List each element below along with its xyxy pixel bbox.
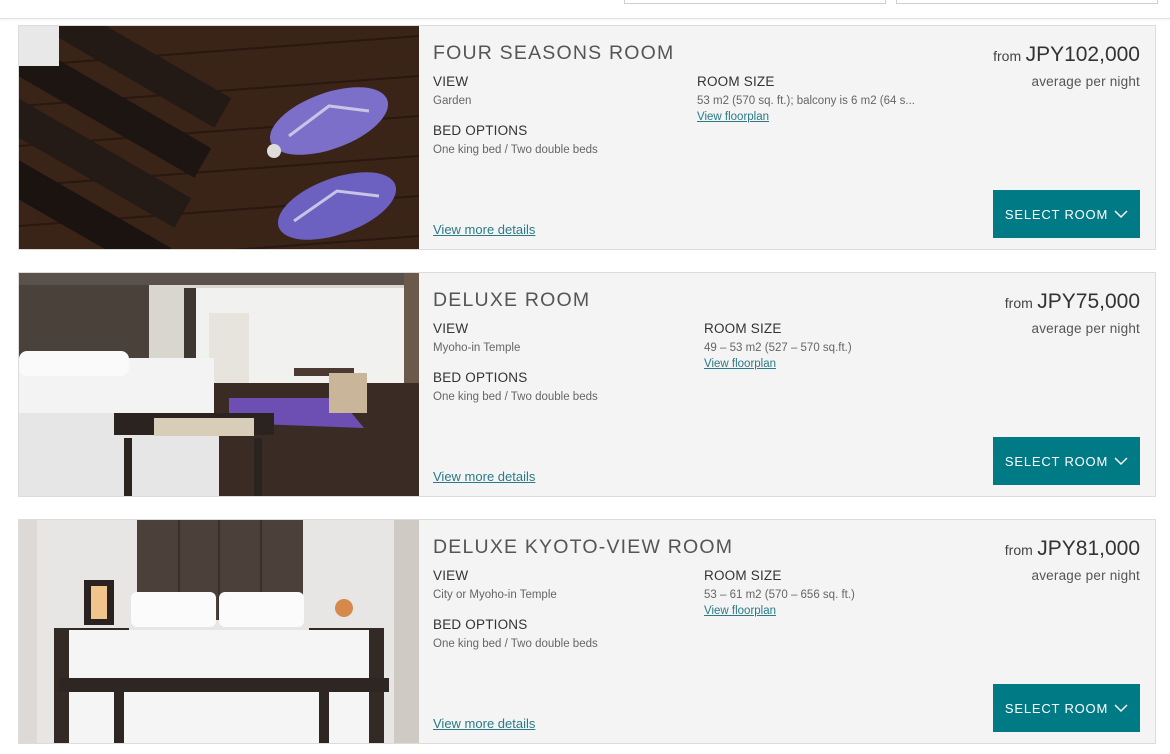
view-value: City or Myoho-in Temple (433, 589, 557, 601)
view-floorplan-link[interactable]: View floorplan (704, 605, 776, 617)
view-more-details-link[interactable]: View more details (433, 716, 535, 731)
room-size-label: ROOM SIZE (704, 321, 782, 336)
bed-options-label: BED OPTIONS (433, 370, 528, 385)
room-info: FOUR SEASONS ROOM VIEW Garden ROOM SIZE … (419, 26, 1155, 249)
view-more-details-link[interactable]: View more details (433, 469, 535, 484)
price-from: from (1004, 295, 1033, 311)
select-room-button[interactable]: SELECT ROOM (993, 684, 1140, 732)
price: from JPY102,000 (993, 43, 1140, 67)
bed-options-label: BED OPTIONS (433, 617, 528, 632)
room-info: DELUXE ROOM VIEW Myoho-in Temple ROOM SI… (419, 273, 1155, 496)
view-floorplan-link[interactable]: View floorplan (697, 111, 769, 123)
price-per-night-note: average per night (1031, 74, 1140, 89)
price-from: from (993, 48, 1022, 64)
price: from JPY75,000 (1005, 290, 1140, 314)
price: from JPY81,000 (1005, 537, 1140, 561)
bed-options-value: One king bed / Two double beds (433, 144, 598, 156)
room-photo (19, 26, 419, 249)
select-room-label: SELECT ROOM (1004, 206, 1109, 222)
room-card-deluxe: DELUXE ROOM VIEW Myoho-in Temple ROOM SI… (18, 272, 1156, 497)
bed-options-value: One king bed / Two double beds (433, 638, 598, 650)
view-value: Myoho-in Temple (433, 342, 521, 354)
room-size-value: 53 m2 (570 sq. ft.); balcony is 6 m2 (64… (697, 95, 915, 107)
room-size-value: 49 – 53 m2 (527 – 570 sq.ft.) (704, 342, 852, 354)
select-room-label: SELECT ROOM (1004, 453, 1109, 469)
view-value: Garden (433, 95, 472, 107)
chevron-down-icon (1114, 457, 1128, 466)
chevron-down-icon (1114, 704, 1128, 713)
price-per-night-note: average per night (1031, 568, 1140, 583)
room-card-deluxe-kyoto-view: DELUXE KYOTO-VIEW ROOM VIEW City or Myoh… (18, 519, 1156, 744)
room-image (19, 26, 419, 249)
room-info: DELUXE KYOTO-VIEW ROOM VIEW City or Myoh… (419, 520, 1155, 743)
room-image (19, 273, 419, 496)
price-amount: JPY102,000 (1025, 43, 1140, 66)
view-floorplan-link[interactable]: View floorplan (704, 358, 776, 370)
filter-field-right[interactable] (896, 0, 1158, 4)
view-label: VIEW (433, 321, 469, 336)
price-from: from (1004, 542, 1033, 558)
select-room-button[interactable]: SELECT ROOM (993, 190, 1140, 238)
room-size-label: ROOM SIZE (697, 74, 775, 89)
bed-options-value: One king bed / Two double beds (433, 391, 598, 403)
price-amount: JPY75,000 (1037, 290, 1140, 313)
bed-options-label: BED OPTIONS (433, 123, 528, 138)
filter-field-left[interactable] (624, 0, 886, 4)
view-label: VIEW (433, 568, 469, 583)
view-label: VIEW (433, 74, 469, 89)
chevron-down-icon (1114, 210, 1128, 219)
select-room-button[interactable]: SELECT ROOM (993, 437, 1140, 485)
room-card-four-seasons: FOUR SEASONS ROOM VIEW Garden ROOM SIZE … (18, 25, 1156, 250)
price-amount: JPY81,000 (1037, 537, 1140, 560)
top-bar (0, 0, 1170, 19)
select-room-label: SELECT ROOM (1004, 700, 1109, 716)
room-photo (19, 520, 419, 743)
view-more-details-link[interactable]: View more details (433, 222, 535, 237)
room-photo (19, 273, 419, 496)
price-per-night-note: average per night (1031, 321, 1140, 336)
room-title: DELUXE KYOTO-VIEW ROOM (433, 536, 734, 558)
room-size-label: ROOM SIZE (704, 568, 782, 583)
room-title: FOUR SEASONS ROOM (433, 42, 675, 64)
room-title: DELUXE ROOM (433, 289, 591, 311)
room-image (19, 520, 419, 743)
room-size-value: 53 – 61 m2 (570 – 656 sq. ft.) (704, 589, 855, 601)
